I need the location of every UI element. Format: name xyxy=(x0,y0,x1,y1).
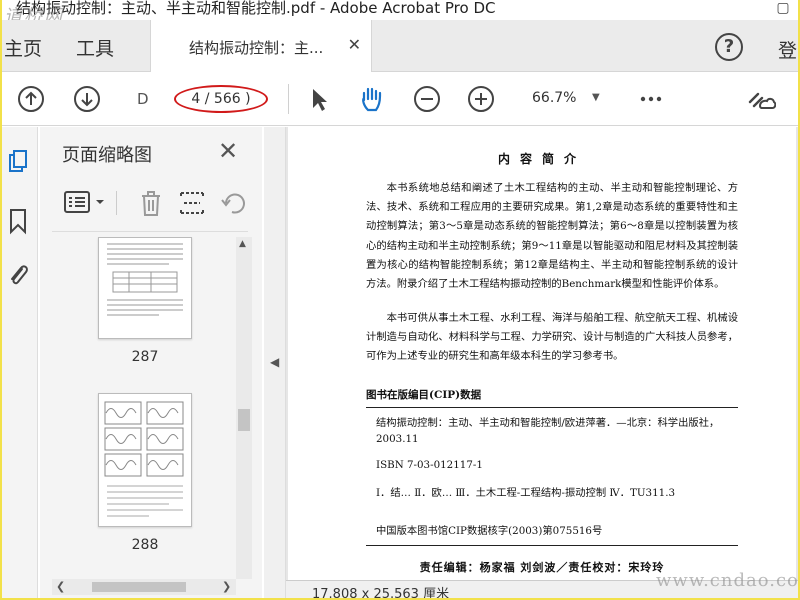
zoom-in-icon[interactable] xyxy=(466,84,496,114)
page-thumbnail[interactable] xyxy=(98,393,192,527)
cip-number: 中国版本图书馆CIP数据核字(2003)第075516号 xyxy=(376,525,603,537)
attachments-icon[interactable] xyxy=(6,261,30,289)
page-heading: 内容简介 xyxy=(497,152,586,166)
panel-splitter[interactable]: ◀ xyxy=(264,127,286,598)
scrollbar-thumb[interactable] xyxy=(238,409,250,431)
extract-pages-icon[interactable] xyxy=(178,189,206,217)
toolbar-divider xyxy=(288,84,289,114)
rotate-page-icon[interactable] xyxy=(220,189,248,217)
pdf-page: 内容简介 本书系统地总结和阐述了土木工程结构的主动、半主动和智能控制理论、方法、… xyxy=(288,127,796,583)
title-bar: 结构振动控制：主动、半主动和智能控制.pdf - Adobe Acrobat P… xyxy=(2,0,798,20)
page-count: 4 / 566 ) xyxy=(174,85,268,113)
isbn: ISBN 7-03-012117-1 xyxy=(376,459,483,471)
toolbar: D 4 / 566 ) 66.7% ▼ xyxy=(2,72,798,126)
help-icon[interactable]: ? xyxy=(715,33,743,61)
bookmarks-icon[interactable] xyxy=(6,207,30,235)
scroll-up-icon[interactable]: ▲ xyxy=(239,239,246,249)
cip-entry: 结构振动控制：主动、半主动和智能控制/欧进萍著．—北京：科学出版社，2003.1… xyxy=(376,417,720,445)
zoom-dropdown-icon[interactable]: ▼ xyxy=(592,92,600,103)
scroll-left-icon[interactable]: ❮ xyxy=(56,580,65,593)
page-number-input[interactable]: D xyxy=(137,90,149,108)
sign-in-button[interactable]: 登 xyxy=(778,36,797,63)
delete-page-icon[interactable] xyxy=(138,189,164,217)
document-view[interactable]: 内容简介 本书系统地总结和阐述了土木工程结构的主动、半主动和智能控制理论、方法、… xyxy=(286,127,798,598)
next-page-icon[interactable] xyxy=(72,84,102,114)
thumbnail-horizontal-scrollbar[interactable]: ❮ ❯ xyxy=(52,579,236,595)
window-title: 结构振动控制：主动、半主动和智能控制.pdf - Adobe Acrobat P… xyxy=(16,0,496,17)
tab-bar: 主页 工具 结构振动控制：主... ✕ ? 登 xyxy=(2,20,798,73)
thumbnail-panel: 页面缩略图 ✕ 287 288 ▲ ❮ ❯ xyxy=(40,127,262,598)
collapse-panel-icon[interactable]: ◀ xyxy=(270,355,279,369)
scrollbar-thumb[interactable] xyxy=(92,582,186,592)
zoom-out-icon[interactable] xyxy=(412,84,442,114)
page-thumbnail[interactable] xyxy=(98,237,192,339)
share-link-icon[interactable] xyxy=(746,84,776,114)
thumbnail-options-icon[interactable] xyxy=(64,189,108,215)
panel-toolbar xyxy=(62,187,252,221)
tab-document-label: 结构振动控制：主... xyxy=(189,39,324,57)
page-dimensions: 17.808 x 25.563 厘米 xyxy=(312,587,450,598)
cip-rule-top xyxy=(366,407,738,408)
page-thumbnails-icon[interactable] xyxy=(6,149,30,177)
panel-divider xyxy=(52,231,248,232)
cip-rule-bottom xyxy=(366,545,738,546)
navigation-rail xyxy=(2,127,38,598)
more-tools-icon[interactable] xyxy=(636,84,666,114)
intro-paragraph-2: 本书可供从事土木工程、水利工程、海洋与船舶工程、航空航天工程、机械设计制造与自动… xyxy=(366,312,738,363)
thumbnail-page-number: 287 xyxy=(131,349,159,365)
thumbnail-list: 287 288 xyxy=(40,237,262,579)
zoom-level[interactable]: 66.7% xyxy=(532,90,576,106)
tab-document[interactable]: 结构振动控制：主... ✕ xyxy=(150,20,372,73)
previous-page-icon[interactable] xyxy=(16,84,46,114)
watermark-bottom-right: www.cndao.com xyxy=(656,570,798,591)
scroll-right-icon[interactable]: ❯ xyxy=(222,580,231,593)
cip-heading: 图书在版编目(CIP)数据 xyxy=(366,389,482,401)
panel-divider-vertical xyxy=(116,191,117,215)
thumbnail-scrollbar[interactable]: ▲ xyxy=(236,237,252,579)
select-tool-icon[interactable] xyxy=(304,84,334,114)
panel-title: 页面缩略图 xyxy=(62,145,152,166)
hand-tool-icon[interactable] xyxy=(356,84,386,114)
acrobat-window: 结构振动控制：主动、半主动和智能控制.pdf - Adobe Acrobat P… xyxy=(2,0,798,598)
thumbnail-page-number: 288 xyxy=(131,537,159,553)
classification: Ⅰ．结… Ⅱ．欧… Ⅲ．土木工程-工程结构-振动控制 Ⅳ．TU311.3 xyxy=(376,487,676,499)
window-control-icon[interactable]: ▢ xyxy=(768,0,798,20)
intro-paragraph-1: 本书系统地总结和阐述了土木工程结构的主动、半主动和智能控制理论、方法、技术、系统… xyxy=(366,182,738,291)
close-panel-icon[interactable]: ✕ xyxy=(218,137,238,165)
tab-home[interactable]: 主页 xyxy=(4,34,42,61)
close-tab-icon[interactable]: ✕ xyxy=(348,35,361,54)
tab-tools[interactable]: 工具 xyxy=(76,34,114,61)
